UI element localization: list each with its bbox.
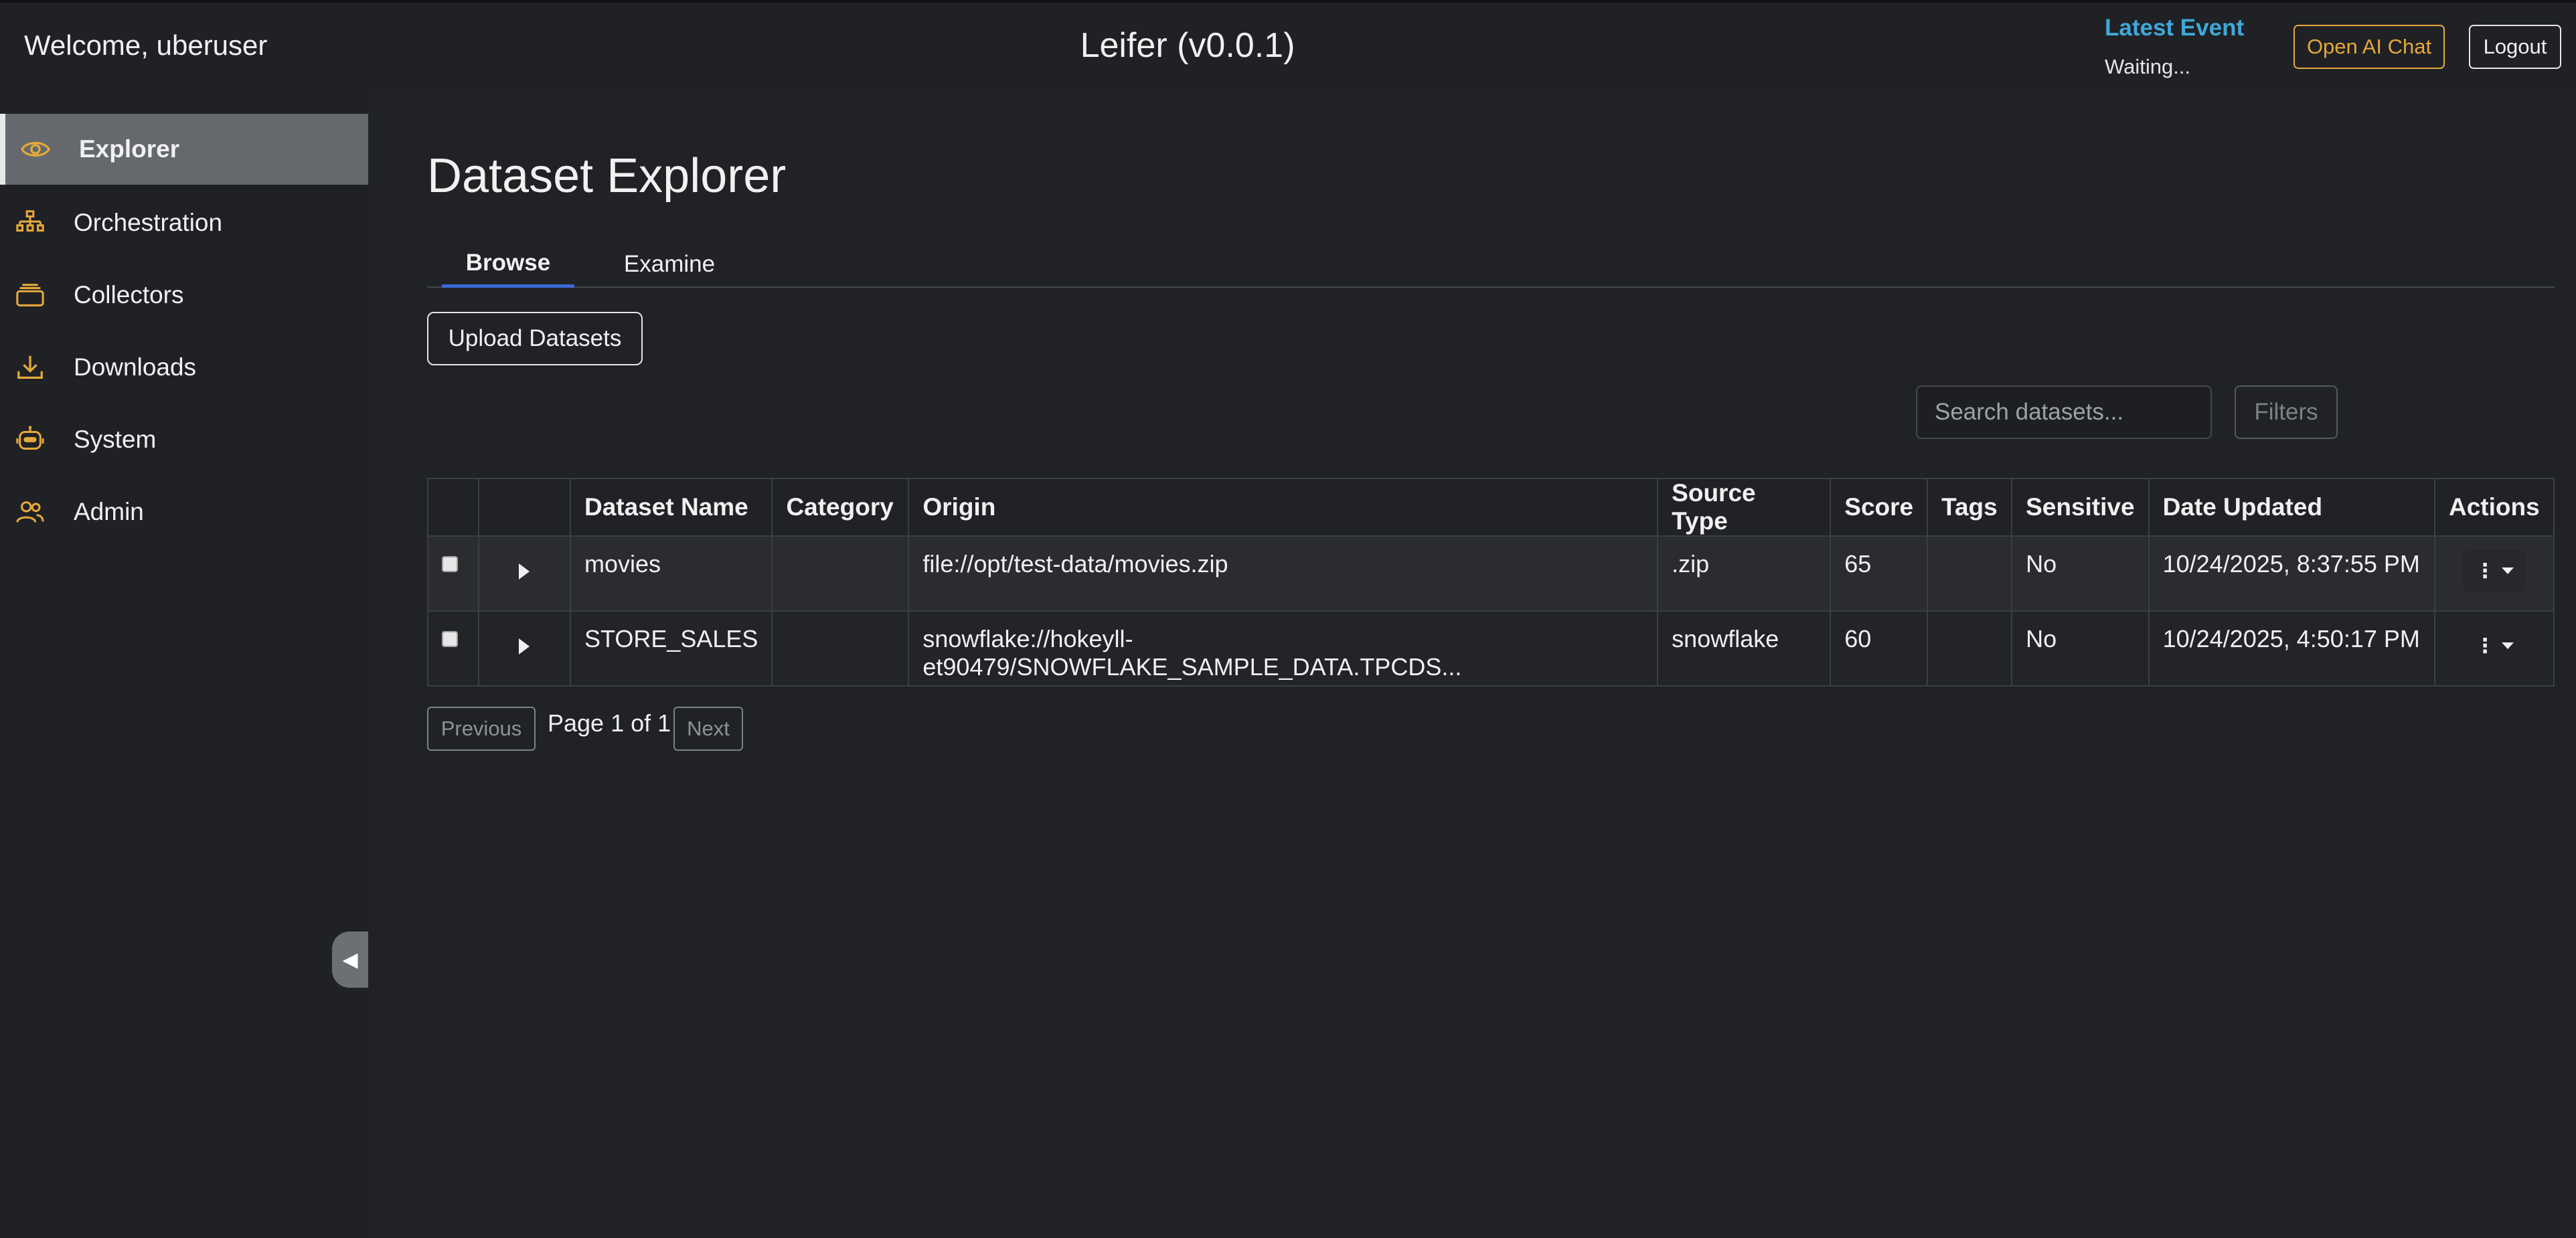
row-select-checkbox[interactable] xyxy=(442,556,458,572)
column-header-origin[interactable]: Origin xyxy=(908,478,1659,537)
column-header-tags[interactable]: Tags xyxy=(1927,478,2013,537)
row-expand-cell xyxy=(477,610,571,687)
table-row: movies file://opt/test-data/movies.zip .… xyxy=(427,535,2555,612)
column-header-actions: Actions xyxy=(2433,478,2555,537)
column-header-score[interactable]: Score xyxy=(1830,478,1929,537)
tags-cell xyxy=(1927,535,2013,612)
score-cell: 60 xyxy=(1830,610,1929,687)
score-cell: 65 xyxy=(1830,535,1929,612)
sidebar-collapse-button[interactable]: ◀ xyxy=(332,932,368,988)
latest-event-label: Latest Event xyxy=(2105,15,2245,41)
upload-datasets-button[interactable]: Upload Datasets xyxy=(427,312,643,365)
latest-event-status: Waiting... xyxy=(2105,55,2191,78)
tab-browse[interactable]: Browse xyxy=(442,241,574,288)
source-type-cell: .zip xyxy=(1657,535,1832,612)
sidebar-item-system[interactable]: System xyxy=(0,404,368,475)
table-row: STORE_SALES snowflake://hokeyll-et90479/… xyxy=(427,610,2555,687)
layers-icon xyxy=(15,280,46,311)
sidebar: Explorer Orchestration Collectors Downlo… xyxy=(0,91,368,1238)
column-header-dataset-name[interactable]: Dataset Name xyxy=(569,478,773,537)
row-actions-dropdown[interactable]: ⋮ xyxy=(2463,625,2526,667)
eye-icon xyxy=(20,134,51,165)
row-select-cell xyxy=(427,535,479,612)
sensitive-cell: No xyxy=(2011,610,2150,687)
expand-row-icon[interactable] xyxy=(519,563,530,580)
date-updated-cell: 10/24/2025, 4:50:17 PM xyxy=(2148,610,2435,687)
row-expand-cell xyxy=(477,535,571,612)
filters-button[interactable]: Filters xyxy=(2235,385,2338,439)
sidebar-item-collectors[interactable]: Collectors xyxy=(0,260,368,331)
actions-cell: ⋮ xyxy=(2433,535,2555,612)
tab-examine[interactable]: Examine xyxy=(609,241,730,288)
sidebar-item-downloads[interactable]: Downloads xyxy=(0,332,368,403)
app-title: Leifer (v0.0.1) xyxy=(1080,26,1295,65)
logout-button[interactable]: Logout xyxy=(2469,25,2561,69)
row-actions-dropdown[interactable]: ⋮ xyxy=(2462,550,2526,592)
row-select-checkbox[interactable] xyxy=(442,631,458,647)
hierarchy-icon xyxy=(15,207,46,238)
kebab-menu-icon: ⋮ xyxy=(2474,634,2495,657)
category-cell xyxy=(771,610,910,687)
tags-cell xyxy=(1927,610,2013,687)
robot-icon xyxy=(15,424,46,455)
chevron-left-icon: ◀ xyxy=(342,948,358,971)
sidebar-item-label: Downloads xyxy=(74,353,197,381)
dataset-name-cell[interactable]: movies xyxy=(569,535,773,612)
column-header-select xyxy=(427,478,479,537)
users-icon xyxy=(15,497,46,527)
origin-cell: snowflake://hokeyll-et90479/SNOWFLAKE_SA… xyxy=(908,610,1659,687)
column-header-category[interactable]: Category xyxy=(771,478,910,537)
search-input[interactable] xyxy=(1916,385,2212,439)
tab-bar: Browse Examine xyxy=(427,241,2555,288)
next-page-button[interactable]: Next xyxy=(673,707,743,751)
actions-cell: ⋮ xyxy=(2433,610,2555,687)
row-select-cell xyxy=(427,610,479,687)
sidebar-item-admin[interactable]: Admin xyxy=(0,476,368,547)
dataset-name-cell[interactable]: STORE_SALES xyxy=(569,610,773,687)
download-icon xyxy=(15,352,46,383)
sidebar-item-label: Admin xyxy=(74,498,144,525)
kebab-menu-icon: ⋮ xyxy=(2474,559,2495,582)
open-ai-chat-button[interactable]: Open AI Chat xyxy=(2293,25,2445,69)
chevron-down-icon xyxy=(2501,567,2514,574)
page-title: Dataset Explorer xyxy=(427,149,787,203)
table-header-row: Dataset Name Category Origin Source Type… xyxy=(427,478,2555,537)
top-header: Welcome, uberuser Leifer (v0.0.1) Latest… xyxy=(0,0,2576,91)
date-updated-cell: 10/24/2025, 8:37:55 PM xyxy=(2148,535,2435,612)
previous-page-button[interactable]: Previous xyxy=(427,707,536,751)
column-header-expand xyxy=(477,478,571,537)
column-header-source-type[interactable]: Source Type xyxy=(1657,478,1832,537)
chevron-down-icon xyxy=(2501,642,2514,649)
source-type-cell: snowflake xyxy=(1657,610,1832,687)
expand-row-icon[interactable] xyxy=(519,638,530,654)
sensitive-cell: No xyxy=(2011,535,2150,612)
origin-cell: file://opt/test-data/movies.zip xyxy=(908,535,1659,612)
sidebar-item-label: Collectors xyxy=(74,281,184,308)
sidebar-item-label: System xyxy=(74,426,157,453)
sidebar-item-explorer[interactable]: Explorer xyxy=(0,114,368,185)
column-header-date-updated[interactable]: Date Updated xyxy=(2148,478,2435,537)
datasets-table: Dataset Name Category Origin Source Type… xyxy=(427,478,2555,687)
sidebar-item-label: Orchestration xyxy=(74,209,223,236)
sidebar-item-label: Explorer xyxy=(79,135,180,163)
column-header-sensitive[interactable]: Sensitive xyxy=(2011,478,2150,537)
sidebar-item-orchestration[interactable]: Orchestration xyxy=(0,187,368,258)
category-cell xyxy=(771,535,910,612)
page-indicator: Page 1 of 1 xyxy=(548,709,671,737)
